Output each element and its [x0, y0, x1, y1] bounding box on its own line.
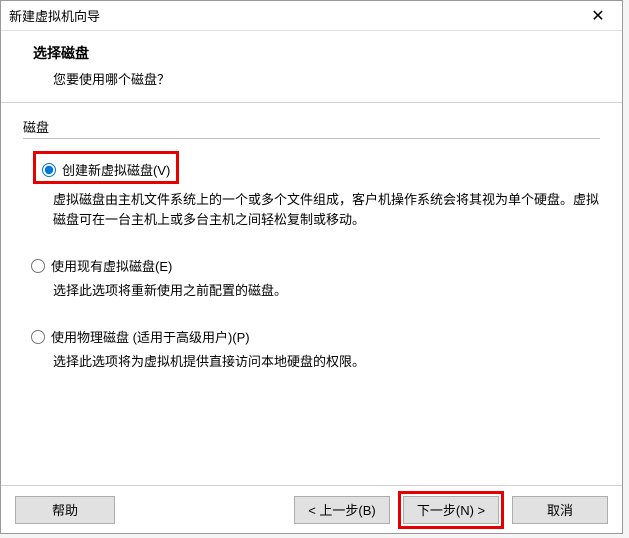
header: 选择磁盘 您要使用哪个磁盘？ — [1, 31, 622, 102]
highlight-annotation: 创建新虚拟磁盘(V) — [33, 151, 179, 184]
page-title: 选择磁盘 — [33, 43, 606, 63]
radio-create-disk[interactable]: 创建新虚拟磁盘(V) — [42, 160, 170, 179]
help-button[interactable]: 帮助 — [15, 496, 115, 524]
divider — [23, 138, 600, 139]
radio-existing-disk[interactable]: 使用现有虚拟磁盘(E) — [31, 256, 600, 275]
option-label: 使用物理磁盘 (适用于高级用户)(P) — [51, 327, 250, 346]
radio-input-physical[interactable] — [31, 330, 45, 344]
highlight-annotation: 下一步(N) > — [398, 491, 504, 529]
back-button[interactable]: < 上一步(B) — [294, 496, 390, 524]
page-subtitle: 您要使用哪个磁盘？ — [33, 69, 606, 88]
wizard-dialog: 新建虚拟机向导 ✕ 选择磁盘 您要使用哪个磁盘？ 磁盘 创建新虚拟磁盘(V) 虚… — [0, 0, 623, 534]
radio-input-create[interactable] — [42, 163, 56, 177]
radio-input-existing[interactable] — [31, 259, 45, 273]
option-description: 选择此选项将重新使用之前配置的磁盘。 — [31, 281, 600, 301]
option-description: 虚拟磁盘由主机文件系统上的一个或多个文件组成，客户机操作系统会将其视为单个硬盘。… — [31, 190, 600, 230]
content-area: 磁盘 创建新虚拟磁盘(V) 虚拟磁盘由主机文件系统上的一个或多个文件组成，客户机… — [1, 103, 622, 485]
option-existing-disk: 使用现有虚拟磁盘(E) 选择此选项将重新使用之前配置的磁盘。 — [23, 256, 600, 301]
option-label: 创建新虚拟磁盘(V) — [62, 160, 170, 179]
option-physical-disk: 使用物理磁盘 (适用于高级用户)(P) 选择此选项将为虚拟机提供直接访问本地硬盘… — [23, 327, 600, 372]
option-description: 选择此选项将为虚拟机提供直接访问本地硬盘的权限。 — [31, 352, 600, 372]
next-button[interactable]: 下一步(N) > — [403, 496, 499, 524]
close-icon[interactable]: ✕ — [578, 2, 618, 30]
radio-physical-disk[interactable]: 使用物理磁盘 (适用于高级用户)(P) — [31, 327, 600, 346]
group-label-disk: 磁盘 — [23, 117, 600, 136]
option-create-disk: 创建新虚拟磁盘(V) 虚拟磁盘由主机文件系统上的一个或多个文件组成，客户机操作系… — [23, 151, 600, 230]
option-label: 使用现有虚拟磁盘(E) — [51, 256, 172, 275]
footer-buttons: 帮助 < 上一步(B) 下一步(N) > 取消 — [1, 485, 622, 533]
titlebar: 新建虚拟机向导 ✕ — [1, 1, 622, 31]
window-title: 新建虚拟机向导 — [9, 6, 578, 25]
cancel-button[interactable]: 取消 — [512, 496, 608, 524]
